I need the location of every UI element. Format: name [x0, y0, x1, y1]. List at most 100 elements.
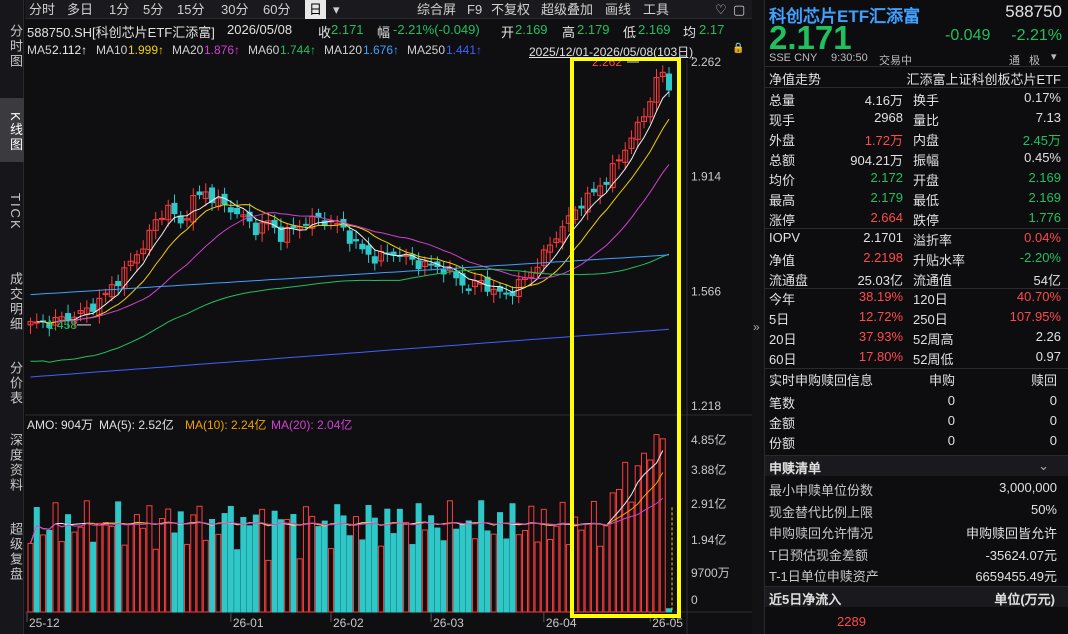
view-tab-1[interactable]: K线图: [0, 98, 24, 162]
period-tab-5[interactable]: 30分: [221, 0, 248, 19]
stat-row: 净值 2.2198 升贴水率 -2.20%: [765, 248, 1068, 268]
collapse-panel-button[interactable]: »: [752, 0, 764, 634]
volume-bar: [102, 522, 109, 613]
kline-chart[interactable]: 2.2621.9141.5661.2182.2621.458AMO: 904万 M…: [25, 0, 752, 634]
stat-cell: 跌停: [913, 213, 940, 228]
view-tab-4[interactable]: 分价表: [0, 350, 24, 412]
volume-bar: [484, 530, 491, 613]
volume-tick: 9700万: [691, 566, 730, 580]
period-tab-7[interactable]: 日: [305, 0, 327, 19]
tool-button-1[interactable]: F9: [467, 0, 482, 19]
creation-value: 3,000,000: [999, 480, 1057, 495]
stat-cell: 涨停: [769, 213, 796, 228]
creation-list-header[interactable]: 申赎清单 ⌄: [765, 456, 1068, 476]
volume-tick: 2.91亿: [691, 496, 726, 511]
volume-bar: [115, 501, 122, 613]
stat-cell: 52周高: [913, 332, 954, 347]
volume-bar: [215, 533, 222, 613]
tool-button-4[interactable]: 画线: [605, 0, 631, 19]
stat-cell: 0.04%: [1024, 230, 1061, 245]
view-tab-3[interactable]: 成交明细: [0, 258, 24, 342]
sub-header-cell: 申购: [928, 373, 955, 388]
candle-body: [90, 303, 97, 312]
period-tab-3[interactable]: 5分: [143, 0, 163, 19]
volume-bar: [459, 523, 466, 613]
tool-button-2[interactable]: 不复权: [491, 0, 530, 19]
stat-cell: 120日: [913, 292, 948, 307]
volume-bar: [133, 514, 140, 613]
stat-row: 流通盘 25.03亿 流通值 54亿: [765, 268, 1068, 288]
period-toolbar: 分时 多日 1分 5分 15分 30分 60分日 ▾ 综合屏 F9 不复权 超级叠加 画线 工具 ♡ ▢: [25, 0, 752, 19]
period-tab-2[interactable]: 1分: [109, 0, 129, 19]
sub-cell: 金额: [769, 416, 796, 431]
volume-bar: [403, 521, 410, 613]
candle-body: [590, 188, 597, 193]
view-tab-2[interactable]: TICK: [0, 170, 24, 250]
volume-bar: [65, 514, 72, 613]
info-change: -2.21%(-0.049): [393, 22, 480, 37]
candle-body: [227, 207, 234, 213]
sub-cell: 0: [947, 433, 955, 448]
period-tab-0[interactable]: 分时: [29, 0, 55, 19]
volume-bar: [240, 517, 247, 613]
view-tab-5[interactable]: 深度资料: [0, 420, 24, 502]
stat-cell: 12.72%: [858, 309, 903, 324]
chevron-down-icon[interactable]: ⌄: [1038, 458, 1049, 474]
caret-down-icon[interactable]: ▾: [1051, 50, 1057, 63]
volume-tick: 3.88亿: [691, 462, 726, 477]
nav-trend-row[interactable]: 净值走势 汇添富上证科创板芯片ETF: [765, 67, 1068, 87]
volume-bar: [453, 528, 460, 613]
volume-bar: [340, 515, 347, 613]
view-tab-6[interactable]: 超级复盘: [0, 508, 24, 592]
lock-icon[interactable]: 🔒: [732, 43, 744, 54]
volume-bar: [346, 535, 353, 613]
ma-value-3: 1.744↑: [280, 43, 317, 57]
stat-cell: 1.776: [1028, 210, 1061, 225]
tool-button-5[interactable]: 工具: [643, 0, 669, 19]
candle-body: [403, 254, 410, 257]
volume-bar: [547, 539, 554, 613]
stat-cell: 17.80%: [858, 349, 903, 364]
stat-cell: 0.97: [1035, 349, 1061, 364]
ma-label-0: MA5: [27, 43, 52, 57]
volume-bar: [108, 525, 115, 613]
stat-row: 20日 37.93% 52周高 2.26: [765, 327, 1068, 347]
ma-value-2: 1.876↑: [204, 43, 241, 57]
volume-bar: [334, 504, 341, 613]
tool-button-3[interactable]: 超级叠加: [541, 0, 593, 19]
volume-bar: [522, 529, 529, 613]
period-tab-1[interactable]: 多日: [67, 0, 93, 19]
volume-bar: [202, 539, 209, 613]
candle-body: [578, 205, 585, 209]
candle-body: [365, 245, 372, 255]
inflow-title: 近5日净流入: [769, 592, 842, 607]
period-tab-6[interactable]: 60分: [263, 0, 290, 19]
ma-value-5: 1.441↑: [446, 43, 483, 57]
tool-button-0[interactable]: 综合屏: [417, 0, 456, 19]
volume-bar: [371, 517, 378, 613]
expand-icon[interactable]: ▢: [733, 0, 745, 19]
volume-bar: [315, 526, 322, 613]
stat-cell: 40.70%: [1016, 289, 1061, 304]
favorite-icon[interactable]: ♡: [715, 0, 727, 19]
stat-row: 今年 38.19% 120日 40.70%: [765, 287, 1068, 307]
period-dropdown-icon[interactable]: ▾: [333, 0, 340, 19]
ma-label-5: MA250: [407, 43, 446, 57]
creation-label: 申购赎回允许情况: [769, 526, 874, 541]
volume-bar: [321, 520, 328, 613]
stat-cell: 20日: [769, 332, 797, 347]
stat-cell: 量比: [913, 113, 940, 128]
volume-bar: [158, 518, 165, 613]
stat-row: 5日 12.72% 250日 107.95%: [765, 307, 1068, 327]
stat-cell: 0.45%: [1024, 150, 1061, 165]
period-tab-4[interactable]: 15分: [177, 0, 204, 19]
view-tab-0[interactable]: 分时图: [0, 2, 24, 86]
stat-cell: 净值: [769, 253, 796, 268]
stat-cell: 52周低: [913, 352, 954, 367]
sub-cell: 份额: [769, 436, 796, 451]
volume-bar: [666, 608, 673, 613]
candle-body: [252, 222, 259, 236]
inflow-unit: 单位(万元): [994, 592, 1055, 607]
volume-bar: [659, 438, 666, 613]
stat-cell: IOPV: [769, 230, 801, 245]
